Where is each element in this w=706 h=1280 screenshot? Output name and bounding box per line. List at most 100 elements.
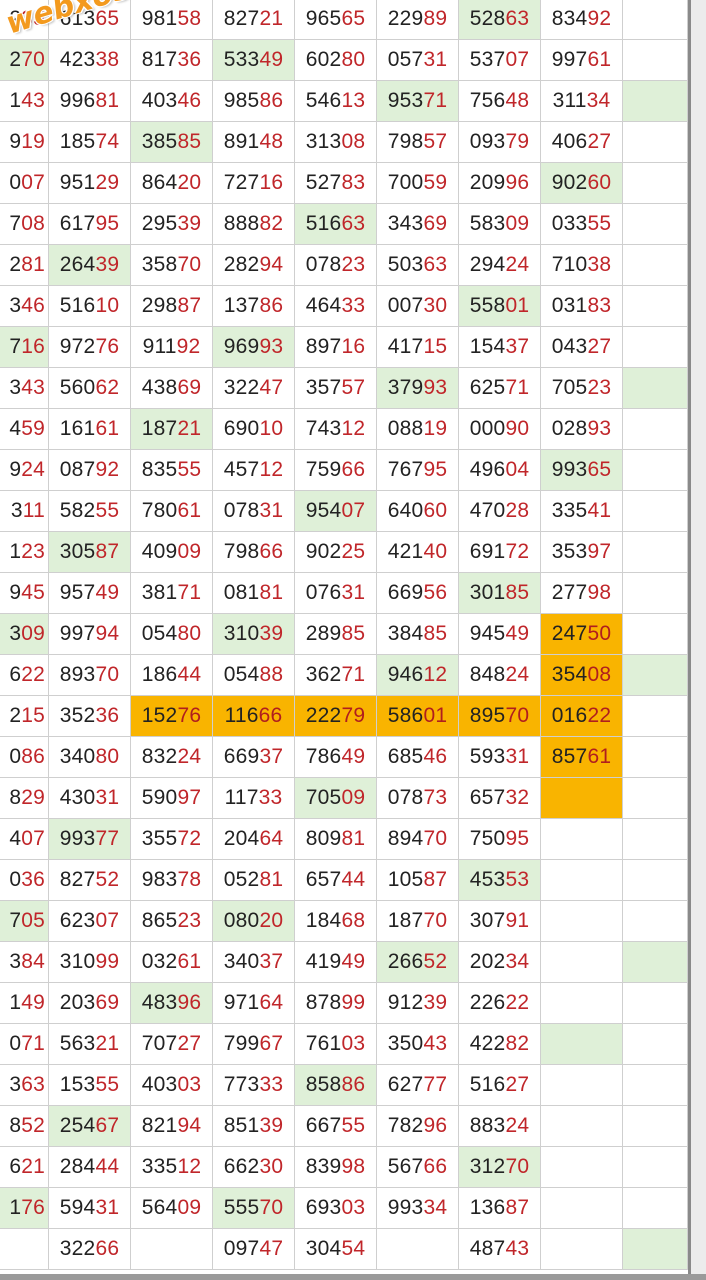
- number-head-digits: 078: [305, 253, 342, 276]
- number-head-digits: 799: [223, 1032, 260, 1055]
- result-number-cell: [623, 286, 688, 327]
- number-tail-digits: 86: [341, 1073, 366, 1096]
- result-number-cell: 362 71: [295, 655, 377, 696]
- number-tail-digits: 73: [423, 786, 448, 809]
- result-number-cell: 839 98: [295, 1147, 377, 1188]
- number-tail-digits: 57: [423, 130, 448, 153]
- number-head-digits: 627: [387, 1073, 424, 1096]
- row-prefix-cell: 7 05: [0, 901, 49, 942]
- number-tail-digits: 38: [587, 253, 612, 276]
- row-prefix-cell: 7 08: [0, 204, 49, 245]
- number-tail-digits: 49: [259, 48, 284, 71]
- result-number-cell: [541, 819, 623, 860]
- number-head-digits: 087: [59, 458, 96, 481]
- result-number-cell: 284 44: [49, 1147, 131, 1188]
- number-head-digits: 355: [141, 827, 178, 850]
- number-tail-digits: 21: [177, 417, 202, 440]
- result-number-cell: 264 39: [49, 245, 131, 286]
- number-head-digits: 3: [9, 950, 22, 973]
- number-head-digits: 593: [469, 745, 506, 768]
- number-tail-digits: 87: [177, 294, 202, 317]
- number-tail-digits: 92: [95, 458, 120, 481]
- number-head-digits: 9: [9, 130, 22, 153]
- number-tail-digits: 31: [95, 1196, 120, 1219]
- number-head-digits: 185: [59, 130, 96, 153]
- result-number-cell: [623, 901, 688, 942]
- number-tail-digits: 11: [22, 499, 45, 522]
- result-number-cell: 555 70: [213, 1188, 295, 1229]
- result-number-cell: 340 80: [49, 737, 131, 778]
- number-tail-digits: 55: [95, 1073, 120, 1096]
- number-head-digits: 602: [305, 48, 342, 71]
- number-tail-digits: 66: [259, 540, 284, 563]
- number-tail-digits: 36: [95, 704, 120, 727]
- number-tail-digits: 69: [95, 991, 120, 1014]
- number-tail-digits: 87: [95, 540, 120, 563]
- number-tail-digits: 67: [95, 1114, 120, 1137]
- result-number-cell: 864 20: [131, 163, 213, 204]
- result-number-cell: 993 65: [541, 450, 623, 491]
- number-head-digits: 743: [305, 417, 342, 440]
- number-head-digits: 136: [469, 1196, 506, 1219]
- number-tail-digits: 12: [259, 458, 284, 481]
- result-number-cell: 782 96: [377, 1106, 459, 1147]
- number-tail-digits: 66: [95, 1237, 120, 1260]
- number-head-digits: 304: [305, 1237, 342, 1260]
- number-tail-digits: 44: [177, 663, 202, 686]
- result-number-cell: 503 63: [377, 245, 459, 286]
- result-number-cell: [623, 983, 688, 1024]
- number-tail-digits: 08: [341, 130, 366, 153]
- result-number-cell: 707 27: [131, 1024, 213, 1065]
- number-tail-digits: 95: [423, 458, 448, 481]
- number-head-digits: 2: [9, 704, 22, 727]
- number-head-digits: 496: [469, 458, 506, 481]
- result-number-cell: [623, 491, 688, 532]
- result-number-cell: 759 66: [295, 450, 377, 491]
- result-number-cell: 893 70: [49, 655, 131, 696]
- number-tail-digits: 32: [505, 786, 530, 809]
- number-head-digits: 586: [387, 704, 424, 727]
- result-number-cell: 385 85: [131, 122, 213, 163]
- result-number-cell: 912 39: [377, 983, 459, 1024]
- number-head-digits: 417: [387, 335, 424, 358]
- result-number-cell: 997 94: [49, 614, 131, 655]
- result-number-cell: 516 63: [295, 204, 377, 245]
- number-head-digits: 203: [59, 991, 96, 1014]
- result-number-cell: 350 43: [377, 1024, 459, 1065]
- result-number-cell: 033 55: [541, 204, 623, 245]
- number-head-digits: 985: [223, 89, 260, 112]
- result-number-cell: [541, 1188, 623, 1229]
- number-tail-digits: 81: [341, 827, 366, 850]
- number-head-digits: 310: [59, 950, 96, 973]
- number-tail-digits: 69: [423, 212, 448, 235]
- number-tail-digits: 23: [341, 253, 366, 276]
- result-number-cell: [623, 614, 688, 655]
- number-head-digits: 354: [551, 663, 588, 686]
- result-number-cell: 357 57: [295, 368, 377, 409]
- number-head-digits: 563: [59, 1032, 96, 1055]
- result-number-cell: 430 31: [49, 778, 131, 819]
- number-head-digits: 282: [223, 253, 260, 276]
- result-number-cell: 727 16: [213, 163, 295, 204]
- number-head-digits: 0: [9, 868, 22, 891]
- result-number-cell: 640 60: [377, 491, 459, 532]
- number-head-digits: 946: [387, 663, 424, 686]
- number-tail-digits: 80: [341, 48, 366, 71]
- result-number-cell: [623, 245, 688, 286]
- result-number-cell: [623, 450, 688, 491]
- number-head-digits: 7: [9, 909, 22, 932]
- result-number-cell: [623, 1065, 688, 1106]
- number-tail-digits: 07: [505, 48, 530, 71]
- row-prefix-cell: 1 43: [0, 81, 49, 122]
- result-number-cell: 996 81: [49, 81, 131, 122]
- number-tail-digits: 85: [505, 581, 530, 604]
- result-number-cell: 560 62: [49, 368, 131, 409]
- number-tail-digits: 03: [341, 1032, 366, 1055]
- number-head-digits: 567: [387, 1155, 424, 1178]
- number-tail-digits: 31: [259, 499, 284, 522]
- result-number-cell: 057 31: [377, 40, 459, 81]
- number-tail-digits: 08: [21, 212, 45, 235]
- number-head-digits: 761: [305, 1032, 342, 1055]
- number-tail-digits: 97: [587, 540, 612, 563]
- number-head-digits: 780: [141, 499, 178, 522]
